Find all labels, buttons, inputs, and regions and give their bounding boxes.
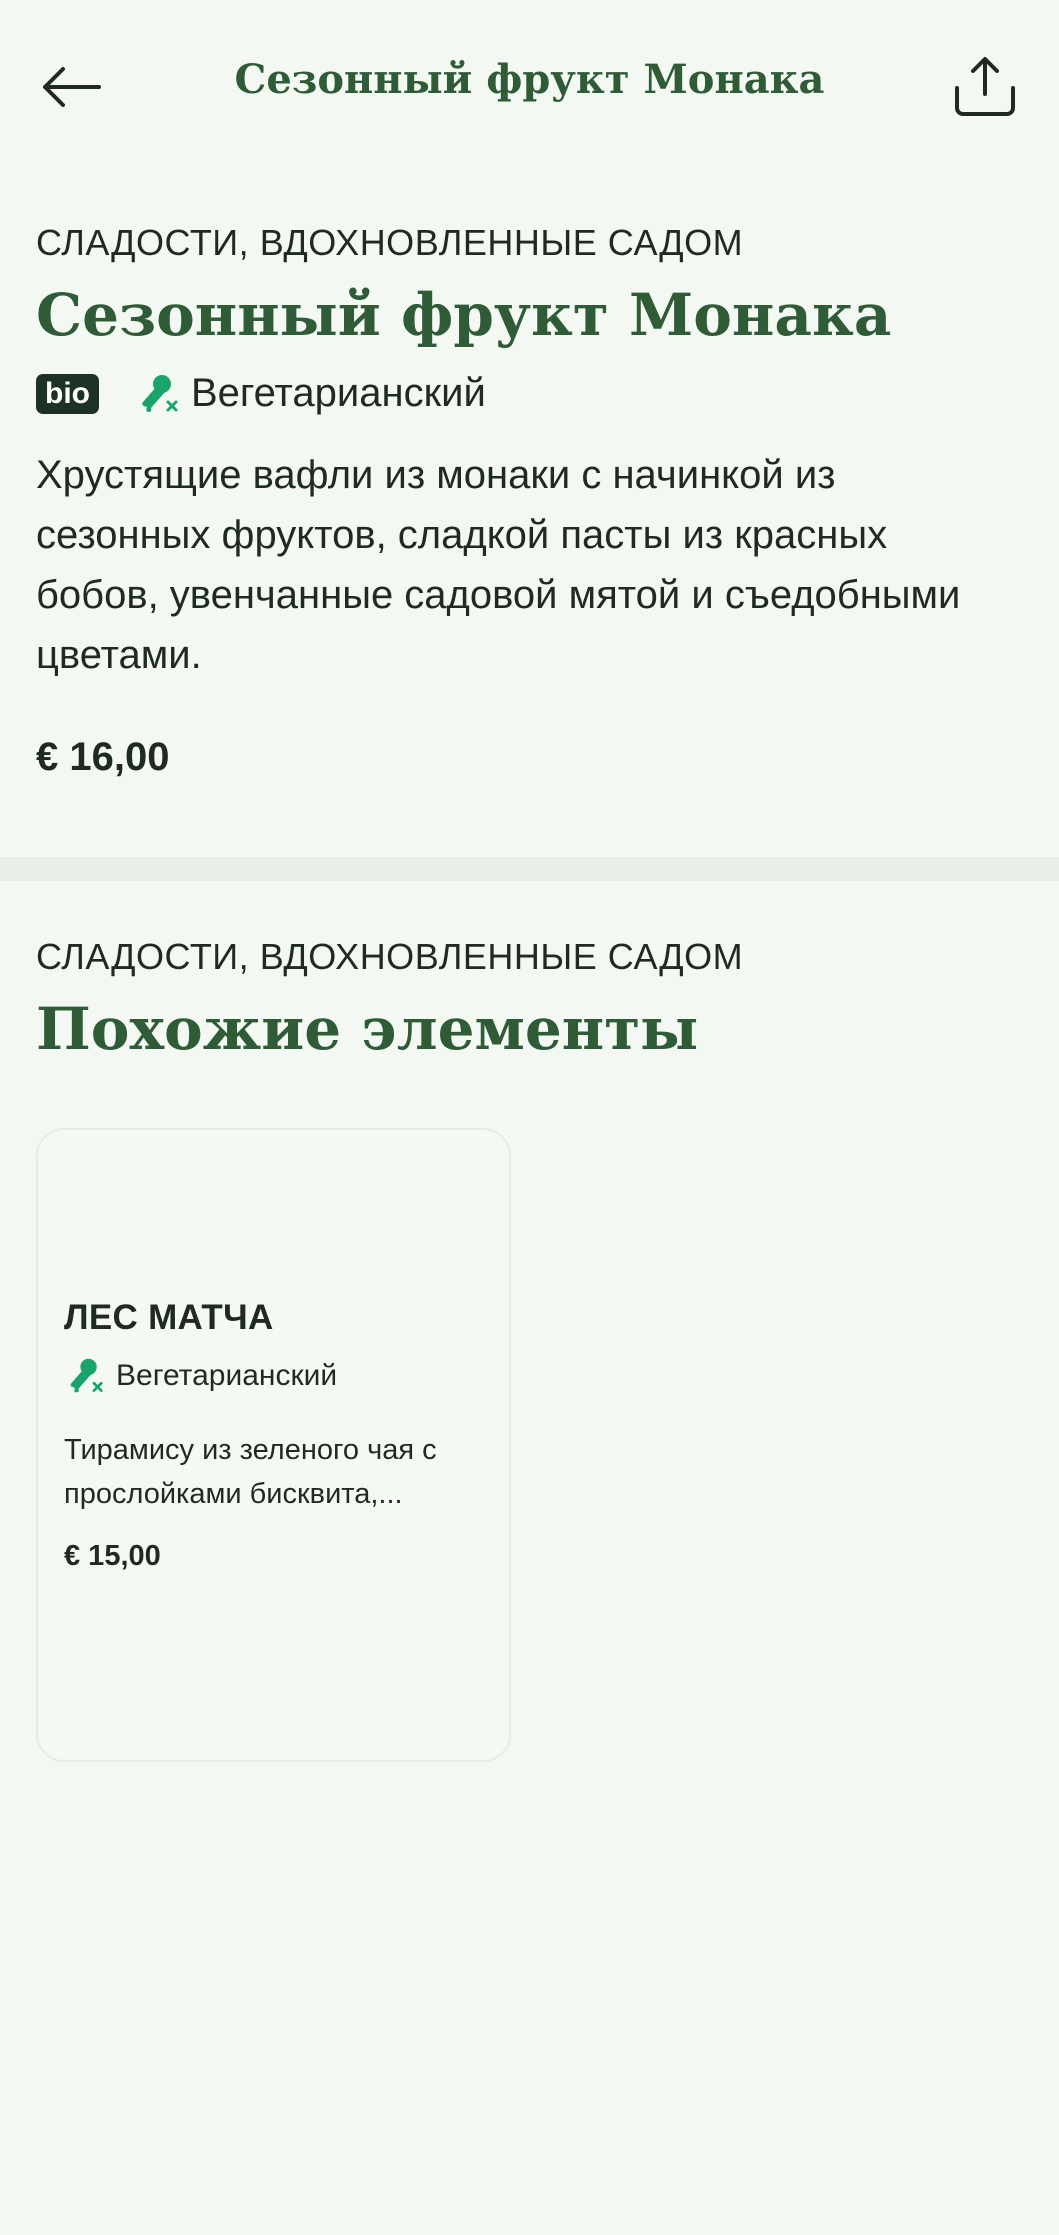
- top-bar: Сезонный фрукт Монака: [0, 0, 1059, 170]
- page-title: Сезонный фрукт Монака: [234, 56, 825, 103]
- similar-item-name: ЛЕС МАТЧА: [64, 1298, 274, 1337]
- section-divider: [0, 857, 1059, 881]
- similar-item-card[interactable]: ЛЕС МАТЧА Вегетарианский Тирамису из зел…: [36, 1128, 511, 1762]
- similar-item-tags: Вегетарианский: [64, 1356, 494, 1396]
- arrow-left-icon: [43, 67, 101, 107]
- similar-title: Похожие элементы: [36, 995, 699, 1063]
- vegetarian-icon: [70, 1358, 103, 1393]
- similar-item-body: ЛЕС МАТЧА Вегетарианский Тирамису из зел…: [64, 1298, 494, 1573]
- similar-item-diet-label: Вегетарианский: [116, 1359, 338, 1392]
- back-button[interactable]: [36, 52, 106, 122]
- product-description: Хрустящие вафли из монаки с начинкой из …: [36, 452, 961, 677]
- share-button[interactable]: [947, 48, 1023, 124]
- product-title: Сезонный фрукт Монака: [36, 281, 892, 349]
- product-detail-page: Сезонный фрукт Монака СЛАДОСТИ, ВДОХНОВЛ…: [0, 0, 1059, 2235]
- similar-category: СЛАДОСТИ, ВДОХНОВЛЕННЫЕ САДОМ: [36, 936, 744, 977]
- vegetarian-icon: [142, 374, 178, 412]
- similar-item-price: € 15,00: [64, 1540, 161, 1572]
- bio-badge: bio: [36, 373, 99, 414]
- share-icon: [955, 57, 1015, 116]
- similar-item-description: Тирамису из зеленого чая с прослойками б…: [64, 1434, 437, 1510]
- product-info: СЛАДОСТИ, ВДОХНОВЛЕННЫЕ САДОМ Сезонный ф…: [36, 222, 1026, 780]
- product-category: СЛАДОСТИ, ВДОХНОВЛЕННЫЕ САДОМ: [36, 222, 744, 263]
- vegetarian-label: Вегетарианский: [191, 371, 486, 416]
- similar-section: СЛАДОСТИ, ВДОХНОВЛЕННЫЕ САДОМ Похожие эл…: [36, 936, 1026, 1063]
- product-price: € 16,00: [36, 734, 170, 779]
- product-tags: bio Вегетарианский: [36, 371, 1026, 417]
